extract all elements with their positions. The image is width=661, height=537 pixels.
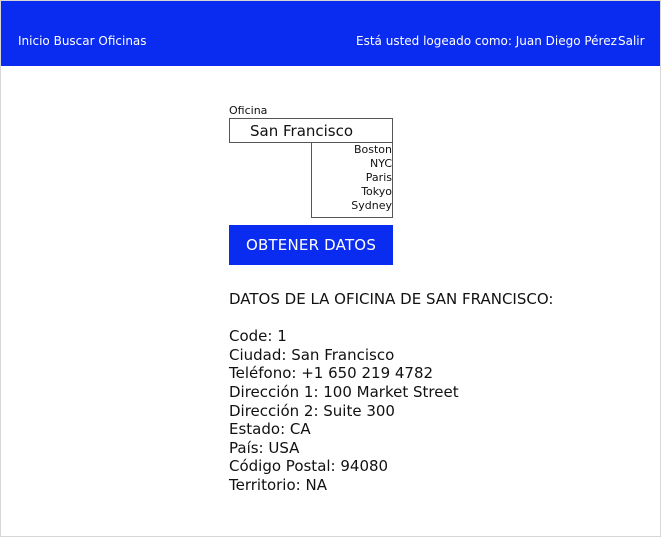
office-field-label: Oficina xyxy=(229,104,268,117)
office-option-tokyo[interactable]: Tokyo xyxy=(312,185,392,199)
get-data-button[interactable]: OBTENER DATOS xyxy=(229,225,393,265)
page-frame: Inicio Buscar Oficinas Está usted logead… xyxy=(0,0,661,537)
top-navbar: Inicio Buscar Oficinas Está usted logead… xyxy=(1,1,660,66)
office-select[interactable]: San Francisco xyxy=(229,118,393,143)
office-option-boston[interactable]: Boston xyxy=(312,143,392,157)
office-details-title: DATOS DE LA OFICINA DE SAN FRANCISCO: xyxy=(229,290,554,308)
office-options-list[interactable]: Boston NYC Paris Tokyo Sydney xyxy=(311,142,393,218)
office-select-value: San Francisco xyxy=(250,122,354,140)
detail-address-2: Dirección 2: Suite 300 xyxy=(229,401,395,420)
detail-city: Ciudad: San Francisco xyxy=(229,345,395,364)
detail-postal-code: Código Postal: 94080 xyxy=(229,457,389,476)
office-option-paris[interactable]: Paris xyxy=(312,171,392,185)
logged-user-text: Está usted logeado como: Juan Diego Pére… xyxy=(356,34,617,48)
logout-link[interactable]: Salir xyxy=(618,34,645,48)
detail-phone: Teléfono: +1 650 219 4782 xyxy=(229,364,434,383)
nav-search-offices-link[interactable]: Buscar Oficinas xyxy=(54,34,147,48)
office-option-sydney[interactable]: Sydney xyxy=(312,199,392,213)
nav-links: Inicio Buscar Oficinas xyxy=(18,34,147,48)
detail-state: Estado: CA xyxy=(229,420,311,439)
office-option-nyc[interactable]: NYC xyxy=(312,157,392,171)
detail-address-1: Dirección 1: 100 Market Street xyxy=(229,382,459,401)
detail-code: Code: 1 xyxy=(229,327,287,346)
detail-country: País: USA xyxy=(229,438,300,457)
detail-territory: Territorio: NA xyxy=(229,475,327,494)
nav-home-link[interactable]: Inicio xyxy=(18,34,50,48)
office-details: DATOS DE LA OFICINA DE SAN FRANCISCO: Co… xyxy=(229,290,553,495)
